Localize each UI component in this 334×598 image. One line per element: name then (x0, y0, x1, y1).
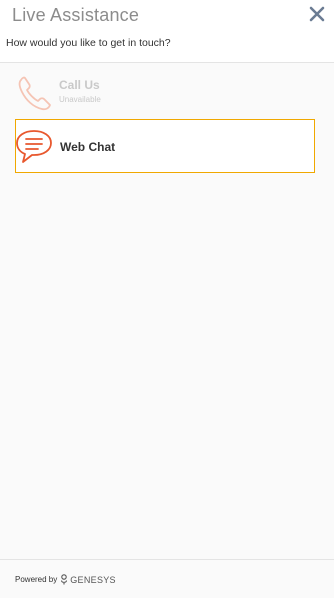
close-icon (309, 6, 325, 22)
genesys-logo-text: GENESYS (70, 574, 116, 585)
panel-footer: Powered by GENESYS (0, 559, 334, 598)
phone-icon (18, 76, 51, 111)
live-assistance-panel: Live Assistance How would you like to ge… (0, 0, 334, 598)
call-us-option: Call Us Unavailable (15, 65, 315, 119)
panel-header: Live Assistance How would you like to ge… (0, 0, 334, 63)
powered-by-text: Powered by (15, 575, 58, 584)
powered-by: Powered by GENESYS (15, 574, 116, 585)
call-us-status: Unavailable (59, 95, 101, 104)
web-chat-label: Web Chat (60, 140, 116, 154)
chat-bubble-icon (16, 130, 52, 163)
web-chat-option[interactable]: Web Chat (15, 119, 315, 173)
genesys-logo-icon (61, 574, 68, 585)
call-us-label: Call Us (59, 78, 100, 92)
genesys-logo[interactable]: GENESYS (60, 574, 116, 585)
close-button[interactable] (309, 6, 325, 22)
panel-title: Live Assistance (12, 5, 140, 25)
panel-subtitle: How would you like to get in touch? (6, 37, 171, 49)
